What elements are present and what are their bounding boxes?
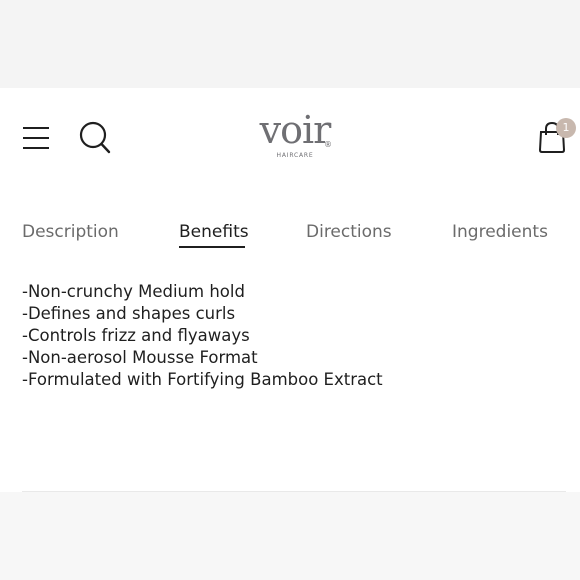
- search-button[interactable]: [78, 120, 112, 156]
- product-info-tabs: Description Benefits Directions Ingredie…: [0, 222, 580, 252]
- tab-description[interactable]: Description: [22, 222, 119, 242]
- benefit-item: -Defines and shapes curls: [22, 304, 236, 323]
- cart-button[interactable]: 1: [534, 118, 578, 158]
- tab-directions[interactable]: Directions: [306, 222, 392, 242]
- menu-button[interactable]: [20, 122, 52, 154]
- tab-benefits[interactable]: Benefits: [179, 222, 249, 242]
- benefit-item: -Formulated with Fortifying Bamboo Extra…: [22, 370, 383, 389]
- tab-ingredients[interactable]: Ingredients: [452, 222, 548, 242]
- benefit-item: -Controls frizz and flyaways: [22, 326, 250, 345]
- search-icon: [79, 121, 111, 154]
- bottom-background-band: [0, 492, 580, 580]
- active-tab-underline: [179, 246, 245, 248]
- hamburger-menu-icon: [23, 127, 49, 149]
- benefit-item: -Non-crunchy Medium hold: [22, 282, 245, 301]
- brand-logo[interactable]: voir ® HAIRCARE: [250, 110, 340, 166]
- top-background-band: [0, 0, 580, 88]
- section-divider: [22, 491, 566, 492]
- cart-count-badge: 1: [556, 118, 576, 138]
- benefits-list: -Non-crunchy Medium hold -Defines and sh…: [22, 281, 383, 391]
- benefit-item: -Non-aerosol Mousse Format: [22, 348, 258, 367]
- registered-mark: ®: [324, 140, 332, 149]
- brand-subtitle: HAIRCARE: [276, 152, 314, 159]
